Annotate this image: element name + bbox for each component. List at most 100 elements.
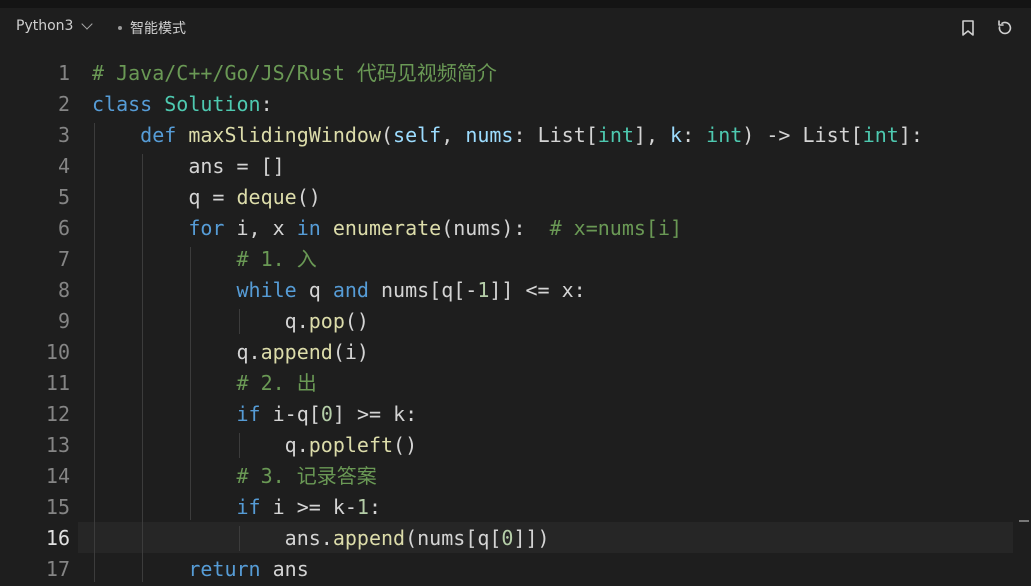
code-token: ) -> List[ bbox=[742, 123, 863, 147]
code-token: i, x bbox=[224, 216, 297, 240]
line-number: 5 bbox=[57, 185, 70, 209]
code-token: ]: bbox=[898, 123, 923, 147]
line-number: 2 bbox=[57, 92, 70, 116]
indent-guide bbox=[238, 526, 240, 551]
code-text: # Java/C++/Go/JS/Rust 代码见视频简介 bbox=[92, 58, 497, 89]
code-line[interactable]: 8 while q and nums[q[-1]] <= x: bbox=[0, 275, 1031, 306]
chevron-down-icon bbox=[81, 18, 94, 30]
code-line[interactable]: 10 q.append(i) bbox=[0, 337, 1031, 368]
code-token: if bbox=[236, 402, 261, 426]
line-number: 4 bbox=[57, 154, 70, 178]
code-token: int bbox=[597, 123, 634, 147]
code-token: : List[ bbox=[513, 123, 598, 147]
code-token: # 3. 记录答案 bbox=[236, 464, 377, 488]
code-token: 1 bbox=[477, 278, 490, 302]
bookmark-button[interactable] bbox=[958, 18, 978, 38]
code-token: (i) bbox=[332, 340, 369, 364]
code-line[interactable]: 16 ans.append(nums[q[0]]) bbox=[0, 523, 1031, 554]
code-token: def bbox=[140, 123, 189, 147]
code-token: ( bbox=[381, 123, 394, 147]
code-token: maxSlidingWindow bbox=[188, 123, 381, 147]
line-number: 1 bbox=[57, 61, 70, 85]
line-number: 17 bbox=[45, 557, 70, 581]
code-token: deque bbox=[236, 185, 297, 209]
code-token: 1 bbox=[356, 495, 369, 519]
code-token: () bbox=[393, 433, 418, 457]
line-number: 10 bbox=[45, 340, 70, 364]
indent-guide bbox=[238, 309, 240, 334]
code-token: enumerate bbox=[332, 216, 442, 240]
code-line[interactable]: 5 q = deque() bbox=[0, 182, 1031, 213]
line-number: 11 bbox=[45, 371, 70, 395]
code-editor[interactable]: 1 # Java/C++/Go/JS/Rust 代码见视频简介 2 class Sol… bbox=[0, 48, 1031, 586]
code-token: class bbox=[92, 92, 165, 116]
mode-label: 智能模式 bbox=[130, 21, 186, 37]
code-text: q = deque() bbox=[92, 182, 320, 213]
code-line[interactable]: 1 # Java/C++/Go/JS/Rust 代码见视频简介 bbox=[0, 58, 1031, 89]
code-token: append bbox=[260, 340, 333, 364]
smart-mode-toggle[interactable]: 智能模式 bbox=[118, 18, 186, 38]
code-line[interactable]: 15 if i >= k-1: bbox=[0, 492, 1031, 523]
code-line[interactable]: 14 # 3. 记录答案 bbox=[0, 461, 1031, 492]
line-number: 13 bbox=[45, 433, 70, 457]
code-line[interactable]: 2 class Solution: bbox=[0, 89, 1031, 120]
code-line[interactable]: 4 ans = [] bbox=[0, 151, 1031, 182]
code-token: nums bbox=[465, 123, 514, 147]
indent-guide bbox=[142, 154, 144, 582]
code-token: : bbox=[260, 92, 273, 116]
code-token: ]]) bbox=[513, 526, 550, 550]
code-text: while q and nums[q[-1]] <= x: bbox=[92, 275, 586, 306]
code-token: (nums[q[ bbox=[405, 526, 502, 550]
code-line[interactable]: 12 if i-q[0] >= k: bbox=[0, 399, 1031, 430]
editor-toolbar: Python3 智能模式 bbox=[0, 8, 1031, 48]
code-token: k bbox=[670, 123, 683, 147]
code-token: ]] <= x: bbox=[489, 278, 586, 302]
code-token: int bbox=[862, 123, 899, 147]
code-token: () bbox=[344, 309, 369, 333]
code-token: for bbox=[188, 216, 225, 240]
code-line[interactable]: 11 # 2. 出 bbox=[0, 368, 1031, 399]
code-token: q bbox=[296, 278, 333, 302]
code-line[interactable]: 3 def maxSlidingWindow(self, nums: List[… bbox=[0, 120, 1031, 151]
language-selector[interactable]: Python3 bbox=[16, 18, 94, 34]
code-token: q. bbox=[92, 433, 309, 457]
code-text: if i >= k-1: bbox=[92, 492, 382, 523]
code-token: and bbox=[332, 278, 369, 302]
code-line[interactable]: 17 return ans bbox=[0, 554, 1031, 585]
code-token: pop bbox=[308, 309, 345, 333]
line-number: 9 bbox=[57, 309, 70, 333]
code-text: ans.append(nums[q[0]]) bbox=[92, 523, 550, 554]
bookmark-icon bbox=[962, 20, 974, 36]
line-number: 16 bbox=[45, 526, 70, 550]
code-token: # 2. 出 bbox=[236, 371, 317, 395]
code-token: # x=nums[i] bbox=[549, 216, 683, 240]
vertical-scrollbar[interactable] bbox=[1017, 52, 1031, 586]
reset-button[interactable] bbox=[995, 18, 1015, 38]
code-token: Solution bbox=[164, 92, 261, 116]
code-text: class Solution: bbox=[92, 89, 273, 120]
code-token: in bbox=[296, 216, 321, 240]
code-token: i-q[ bbox=[260, 402, 321, 426]
window-top-strip bbox=[0, 0, 1031, 8]
line-number: 14 bbox=[45, 464, 70, 488]
code-token: self bbox=[393, 123, 442, 147]
code-text: def maxSlidingWindow(self, nums: List[in… bbox=[92, 120, 923, 151]
code-token: popleft bbox=[308, 433, 394, 457]
code-token: q = bbox=[92, 185, 237, 209]
line-number: 6 bbox=[57, 216, 70, 240]
code-line[interactable]: 9 q.pop() bbox=[0, 306, 1031, 337]
code-line[interactable]: 7 # 1. 入 bbox=[0, 244, 1031, 275]
code-line[interactable]: 6 for i, x in enumerate(nums): # x=nums[… bbox=[0, 213, 1031, 244]
code-token: # Java/C++/Go/JS/Rust 代码见视频简介 bbox=[92, 61, 497, 85]
code-token: i >= k- bbox=[260, 495, 357, 519]
code-token: (nums): bbox=[441, 216, 550, 240]
code-line[interactable]: 13 q.popleft() bbox=[0, 430, 1031, 461]
